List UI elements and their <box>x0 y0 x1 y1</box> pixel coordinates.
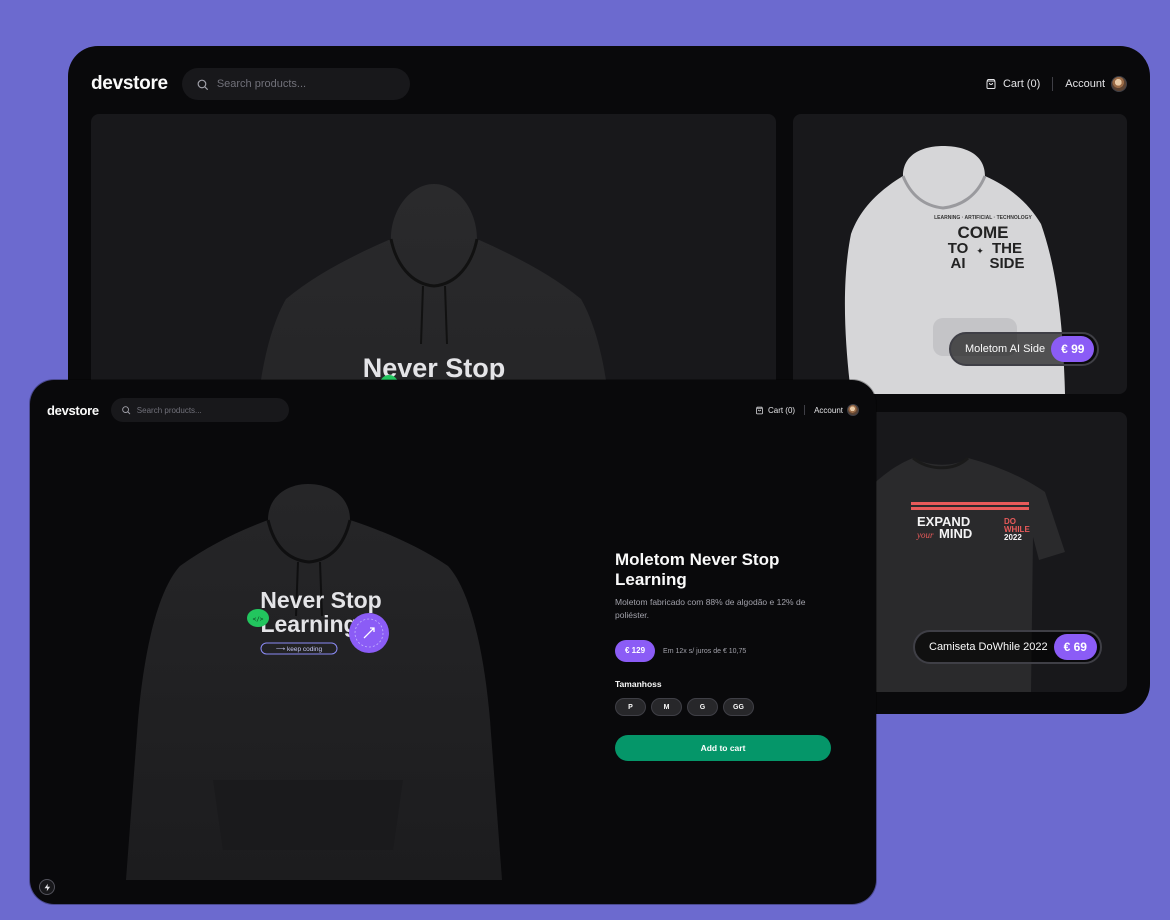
dowhile-print-line-3: MIND <box>939 526 972 541</box>
price-tag-ai-side[interactable]: Moletom AI Side € 99 <box>949 332 1100 366</box>
nav-divider <box>1052 77 1054 91</box>
search-bar[interactable] <box>181 68 410 100</box>
ai-side-print-line-4: AI <box>951 255 966 272</box>
add-to-cart-button[interactable]: Add to cart <box>615 735 831 761</box>
cart-link[interactable]: Cart (0) <box>985 78 1040 90</box>
search-bar[interactable] <box>110 398 289 422</box>
cart-label: Cart (0) <box>1002 78 1041 90</box>
search-icon <box>197 79 208 90</box>
avatar[interactable] <box>1111 76 1127 92</box>
shopping-bag-icon <box>756 406 763 414</box>
product-title: Moletom Never Stop Learning <box>615 550 780 589</box>
dowhile-print-line-6: 2022 <box>1004 533 1022 542</box>
search-input[interactable] <box>136 405 279 415</box>
account-link[interactable]: Account <box>814 404 859 416</box>
print-sticker: </> <box>253 616 264 623</box>
svg-text:✦: ✦ <box>976 247 984 257</box>
shopping-bag-icon <box>986 79 996 89</box>
print-line-1: Never Stop <box>260 587 381 613</box>
product-header: devstore Cart (0) Account <box>47 398 859 422</box>
price-badge: € 99 <box>1051 336 1095 362</box>
avatar[interactable] <box>847 404 859 416</box>
price-row: € 129 Em 12x s/ juros de € 10,75 <box>615 640 835 662</box>
price-tag-dowhile[interactable]: Camiseta DoWhile 2022 € 69 <box>913 630 1102 664</box>
svg-text:LEARNING · ARTIFICIAL · TECHNO: LEARNING · ARTIFICIAL · TECHNOLOGY <box>934 215 1032 221</box>
dev-indicator[interactable] <box>39 879 55 895</box>
logo[interactable]: devstore <box>91 73 168 95</box>
product-description: Moletom fabricado com 88% de algodão e 1… <box>615 597 806 620</box>
search-icon <box>122 406 131 415</box>
installments-text: Em 12x s/ juros de € 10,75 <box>663 647 747 655</box>
size-option-p[interactable]: P <box>615 698 646 716</box>
search-input[interactable] <box>216 78 396 90</box>
product-name: Moletom AI Side <box>965 343 1046 355</box>
logo[interactable]: devstore <box>47 403 99 418</box>
product-tile-ai-side[interactable]: LEARNING · ARTIFICIAL · TECHNOLOGY COME … <box>793 114 1127 394</box>
size-option-g[interactable]: G <box>687 698 718 716</box>
header-nav: Cart (0) Account <box>755 404 859 416</box>
account-link[interactable]: Account <box>1065 76 1127 92</box>
product-image: Never Stop Learning </> ⟶ keep coding <box>126 484 502 880</box>
ai-side-print-line-5: SIDE <box>989 255 1024 272</box>
account-label: Account <box>1065 78 1105 90</box>
sizes-title: Tamanhoss <box>615 679 662 689</box>
print-line-2: Learning <box>260 611 357 637</box>
product-price: € 129 <box>615 640 656 662</box>
product-name: Camiseta DoWhile 2022 <box>929 641 1048 653</box>
home-header: devstore Cart (0) Account <box>91 68 1127 100</box>
product-window: devstore Cart (0) Account <box>30 380 876 904</box>
size-option-m[interactable]: M <box>651 698 682 716</box>
product-info: Moletom Never Stop Learning Moletom fabr… <box>615 550 835 761</box>
cart-label: Cart (0) <box>767 405 796 415</box>
dowhile-print-line-2: your <box>916 530 934 540</box>
price-badge: € 69 <box>1053 634 1097 660</box>
size-option-gg[interactable]: GG <box>723 698 754 716</box>
size-selector: P M G GG <box>615 698 835 716</box>
account-label: Account <box>814 405 843 415</box>
bolt-icon <box>44 883 50 891</box>
cart-link[interactable]: Cart (0) <box>755 406 795 415</box>
print-tag: ⟶ keep coding <box>276 646 323 653</box>
header-nav: Cart (0) Account <box>985 76 1127 92</box>
nav-divider <box>804 405 806 415</box>
